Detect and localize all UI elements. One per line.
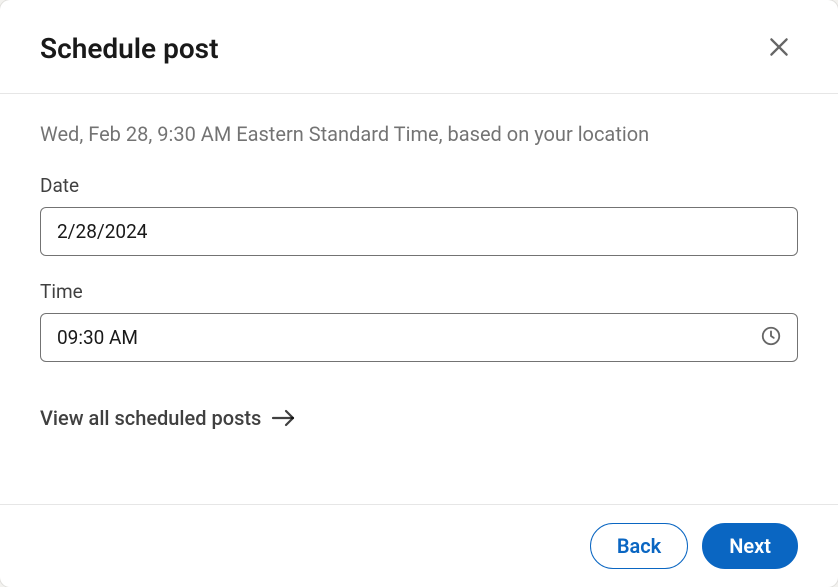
modal-body: Wed, Feb 28, 9:30 AM Eastern Standard Ti… <box>0 94 838 504</box>
date-label: Date <box>40 174 798 197</box>
close-icon <box>766 34 792 63</box>
modal-title: Schedule post <box>40 32 218 65</box>
date-group: Date <box>40 174 798 256</box>
schedule-summary: Wed, Feb 28, 9:30 AM Eastern Standard Ti… <box>40 122 798 146</box>
view-scheduled-link[interactable]: View all scheduled posts <box>40 406 798 430</box>
schedule-post-modal: Schedule post Wed, Feb 28, 9:30 AM Easte… <box>0 0 838 587</box>
arrow-right-icon <box>271 408 297 428</box>
time-input[interactable] <box>40 313 798 362</box>
date-input[interactable] <box>40 207 798 256</box>
back-button[interactable]: Back <box>590 523 688 569</box>
time-group: Time <box>40 280 798 362</box>
date-input-wrap <box>40 207 798 256</box>
next-button[interactable]: Next <box>702 523 798 569</box>
modal-footer: Back Next <box>0 504 838 587</box>
time-label: Time <box>40 280 798 303</box>
view-scheduled-label: View all scheduled posts <box>40 406 261 430</box>
close-button[interactable] <box>760 28 798 69</box>
modal-header: Schedule post <box>0 0 838 94</box>
time-input-wrap <box>40 313 798 362</box>
